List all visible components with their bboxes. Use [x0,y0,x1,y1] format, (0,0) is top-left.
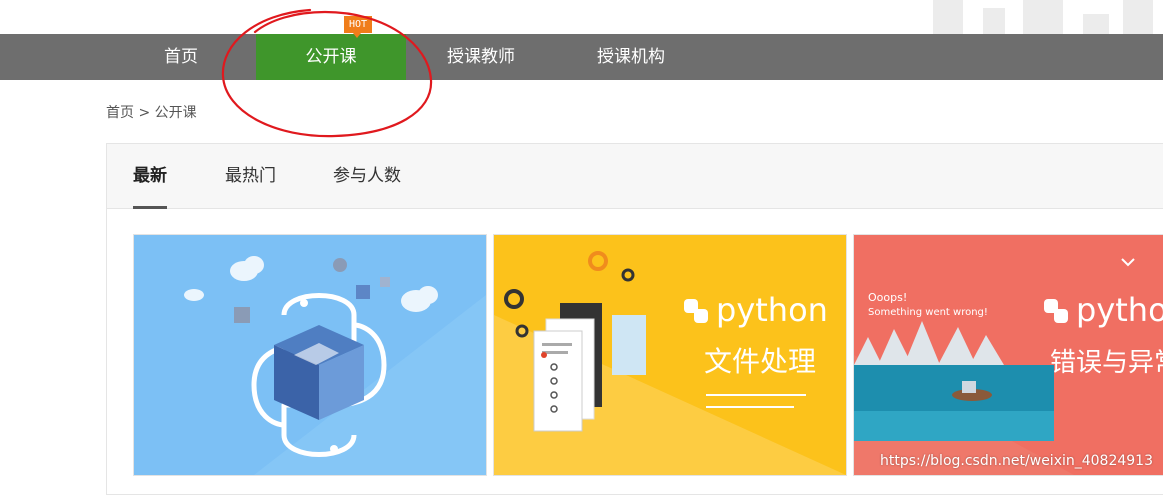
card-python-label: python [716,291,828,329]
course-thumbnail: Ooops! Something went wrong! python 错误与异… [854,235,1163,475]
card-subtitle: 错误与异常 [1050,348,1163,378]
course-card-python-errors[interactable]: Ooops! Something went wrong! python 错误与异… [853,234,1163,476]
nav-item-institutions[interactable]: 授课机构 [556,34,706,80]
card-subtitle: 文件处理 [704,345,816,378]
card-oops-subtext: Something went wrong! [868,307,988,318]
course-card-python-file[interactable]: python 文件处理 [493,234,847,476]
card-oops-text: Ooops! [868,291,907,304]
main-nav: 首页 公开课 授课教师 授课机构 [0,34,1163,80]
breadcrumb-current: 公开课 [154,105,197,121]
tab-newest[interactable]: 最新 [133,144,167,209]
tab-participants[interactable]: 参与人数 [333,144,401,206]
course-card-python-intro[interactable] [133,234,487,476]
nav-item-teachers[interactable]: 授课教师 [406,34,556,80]
nav-item-open-courses[interactable]: 公开课 [256,34,406,80]
tab-most-popular[interactable]: 最热门 [225,144,276,206]
hot-badge: HOT [344,16,372,38]
sort-tabs: 最新 最热门 参与人数 [107,144,1163,209]
nav-item-home[interactable]: 首页 [106,34,256,80]
card-python-label: python [1076,291,1163,329]
header-decoration [923,0,1163,34]
course-thumbnail: python 文件处理 [494,235,846,475]
breadcrumb-separator: > [138,105,151,121]
course-panel: 最新 最热门 参与人数 python 文件处理 Ooops! Something… [106,143,1163,495]
breadcrumb-home-link[interactable]: 首页 [106,105,134,121]
course-thumbnail [134,235,486,475]
watermark-url: https://blog.csdn.net/weixin_40824913 [879,453,1153,469]
breadcrumb: 首页 > 公开课 [106,102,197,122]
